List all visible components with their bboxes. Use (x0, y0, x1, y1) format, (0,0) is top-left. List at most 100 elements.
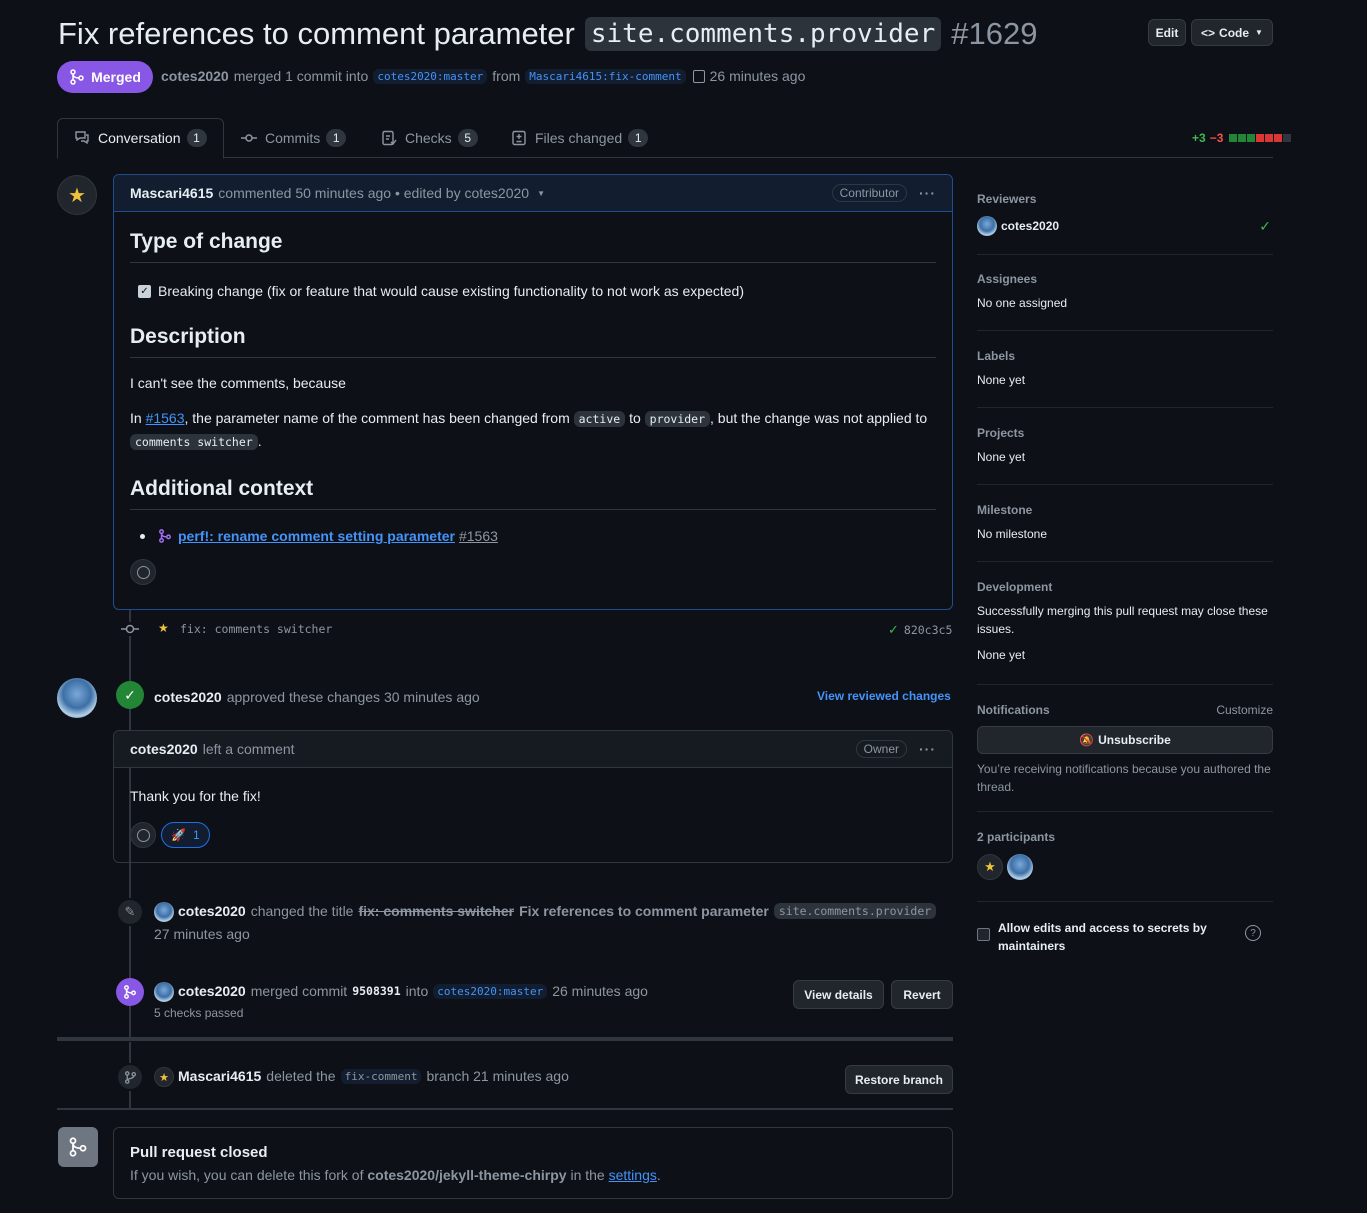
comment-meta[interactable]: commented 50 minutes ago • edited by cot… (218, 185, 529, 201)
avatar[interactable]: ★ (154, 1067, 174, 1087)
code-button[interactable]: <> Code ▼ (1191, 19, 1273, 46)
add-reaction-button[interactable] (130, 559, 156, 585)
new-title-code: site.comments.provider (773, 903, 937, 919)
sidebar-heading[interactable]: Reviewers (977, 192, 1273, 206)
avatar[interactable] (57, 678, 97, 718)
copy-icon[interactable] (692, 69, 705, 83)
rocket-icon: 🚀 (171, 828, 186, 842)
diffstat-deletions: −3 (1209, 131, 1224, 145)
rocket-reaction[interactable]: 🚀 1 (161, 822, 210, 848)
git-merge-icon (70, 69, 84, 85)
review-author[interactable]: cotes2020 (154, 689, 222, 705)
tabs-border (57, 157, 1273, 158)
allow-edits-checkbox[interactable] (977, 928, 990, 941)
diffstat: +3 −3 (1192, 131, 1292, 145)
pr-closed-box: Pull request closed If you wish, you can… (113, 1127, 953, 1199)
edit-button[interactable]: Edit (1148, 19, 1186, 46)
add-reaction-button[interactable] (130, 822, 156, 848)
git-merge-icon (116, 978, 144, 1006)
checks-passed: 5 checks passed (154, 1006, 244, 1020)
triangle-down-icon: ▼ (1255, 28, 1263, 37)
repo-name: cotes2020/jekyll-theme-chirpy (367, 1167, 567, 1183)
view-details-button[interactable]: View details (793, 980, 884, 1009)
revert-button[interactable]: Revert (891, 980, 953, 1009)
avatar[interactable] (154, 902, 174, 922)
comment-body: Type of change ✓ Breaking change (fix or… (114, 212, 952, 585)
participant-avatar[interactable]: ★ (977, 854, 1003, 880)
event-author[interactable]: cotes2020 (178, 983, 246, 999)
commit-sha[interactable]: ✓ 820c3c5 (888, 622, 952, 638)
tab-commits[interactable]: Commits 1 (241, 118, 347, 158)
unsubscribe-button[interactable]: 🔕 Unsubscribe (977, 726, 1273, 754)
settings-link[interactable]: settings (609, 1167, 657, 1183)
avatar[interactable]: ★ (57, 175, 97, 215)
git-merge-icon (58, 1127, 98, 1167)
divider (57, 1037, 953, 1041)
sidebar-heading[interactable]: Milestone (977, 503, 1273, 517)
base-branch[interactable]: cotes2020:master (433, 983, 548, 999)
commit-message[interactable]: fix: comments switcher (180, 622, 332, 636)
tab-count: 1 (628, 129, 649, 147)
git-commit-icon (241, 134, 257, 142)
new-title: Fix references to comment parameter (519, 903, 769, 919)
issue-link[interactable]: #1563 (146, 410, 185, 426)
review-comment-box: cotes2020 left a comment Owner ··· Thank… (113, 730, 953, 863)
state-badge: Merged (57, 61, 153, 93)
kebab-horizontal-icon[interactable]: ··· (919, 185, 936, 201)
pr-author-link[interactable]: cotes2020 (161, 68, 229, 84)
view-reviewed-changes-link[interactable]: View reviewed changes (817, 689, 951, 703)
comment-author[interactable]: cotes2020 (130, 741, 198, 757)
tab-count: 5 (457, 129, 478, 147)
sidebar-heading[interactable]: Assignees (977, 272, 1273, 286)
sidebar-heading[interactable]: Labels (977, 349, 1273, 363)
merge-sha[interactable]: 9508391 (352, 984, 400, 998)
file-diff-icon (512, 130, 526, 146)
avatar[interactable] (977, 216, 997, 236)
comment-author[interactable]: Mascari4615 (130, 185, 213, 201)
pr-reference-number[interactable]: #1563 (459, 528, 498, 544)
avatar[interactable] (154, 982, 174, 1002)
tab-count: 1 (326, 129, 347, 147)
approved-icon: ✓ (116, 681, 144, 709)
pr-title: Fix references to comment parameter site… (58, 16, 1037, 52)
checklist-icon (382, 130, 397, 146)
sidebar-assignees: Assignees No one assigned (977, 272, 1273, 331)
inline-code: provider (644, 411, 711, 427)
pr-title-text: Fix references to comment parameter (58, 16, 575, 51)
restore-branch-button[interactable]: Restore branch (845, 1065, 953, 1094)
tab-files-changed[interactable]: Files changed 1 (511, 118, 649, 158)
closed-text: If you wish, you can delete this fork of… (130, 1167, 661, 1183)
reviewer-name[interactable]: cotes2020 (1001, 219, 1059, 233)
tab-checks[interactable]: Checks 5 (381, 118, 478, 158)
description-p2: In #1563, the parameter name of the comm… (130, 410, 928, 450)
customize-link[interactable]: Customize (1216, 703, 1273, 717)
sidebar-heading[interactable]: Projects (977, 426, 1273, 440)
head-branch[interactable]: Mascari4615:fix-comment (525, 68, 686, 84)
smiley-icon (136, 565, 150, 579)
checkbox-checked-icon[interactable]: ✓ (138, 284, 151, 298)
commit-avatar[interactable]: ★ (158, 621, 169, 635)
event-author[interactable]: cotes2020 (178, 903, 246, 919)
comment-body: Thank you for the fix! 🚀 1 (114, 768, 952, 848)
comment-header: Mascari4615 commented 50 minutes ago • e… (114, 175, 952, 212)
participant-avatar[interactable] (1007, 854, 1033, 880)
event-time[interactable]: 27 minutes ago (154, 926, 250, 942)
sidebar-heading[interactable]: Development (977, 580, 1273, 594)
pr-meta: cotes2020 merged 1 commit into cotes2020… (161, 68, 806, 84)
tab-conversation[interactable]: Conversation 1 (74, 118, 207, 158)
review-header: cotes2020 approved these changes 30 minu… (154, 689, 480, 705)
code-icon: <> (1201, 25, 1216, 40)
event-author[interactable]: Mascari4615 (178, 1068, 261, 1084)
pr-reference-link[interactable]: perf!: rename comment setting parameter (178, 528, 455, 544)
pr-title-code: site.comments.provider (584, 17, 942, 51)
closed-title: Pull request closed (130, 1144, 268, 1161)
merge-event: cotes2020 merged commit 9508391 into cot… (178, 983, 648, 999)
kebab-horizontal-icon[interactable]: ··· (919, 741, 936, 757)
chevron-down-icon[interactable]: ▼ (537, 189, 545, 198)
sidebar-notifications: Notifications Customize 🔕 Unsubscribe Yo… (977, 703, 1273, 812)
base-branch[interactable]: cotes2020:master (373, 68, 488, 84)
description-p1: I can't see the comments, because (130, 375, 346, 391)
question-icon[interactable]: ? (1245, 925, 1261, 941)
divider (57, 1108, 953, 1110)
diffstat-blocks (1229, 134, 1292, 142)
